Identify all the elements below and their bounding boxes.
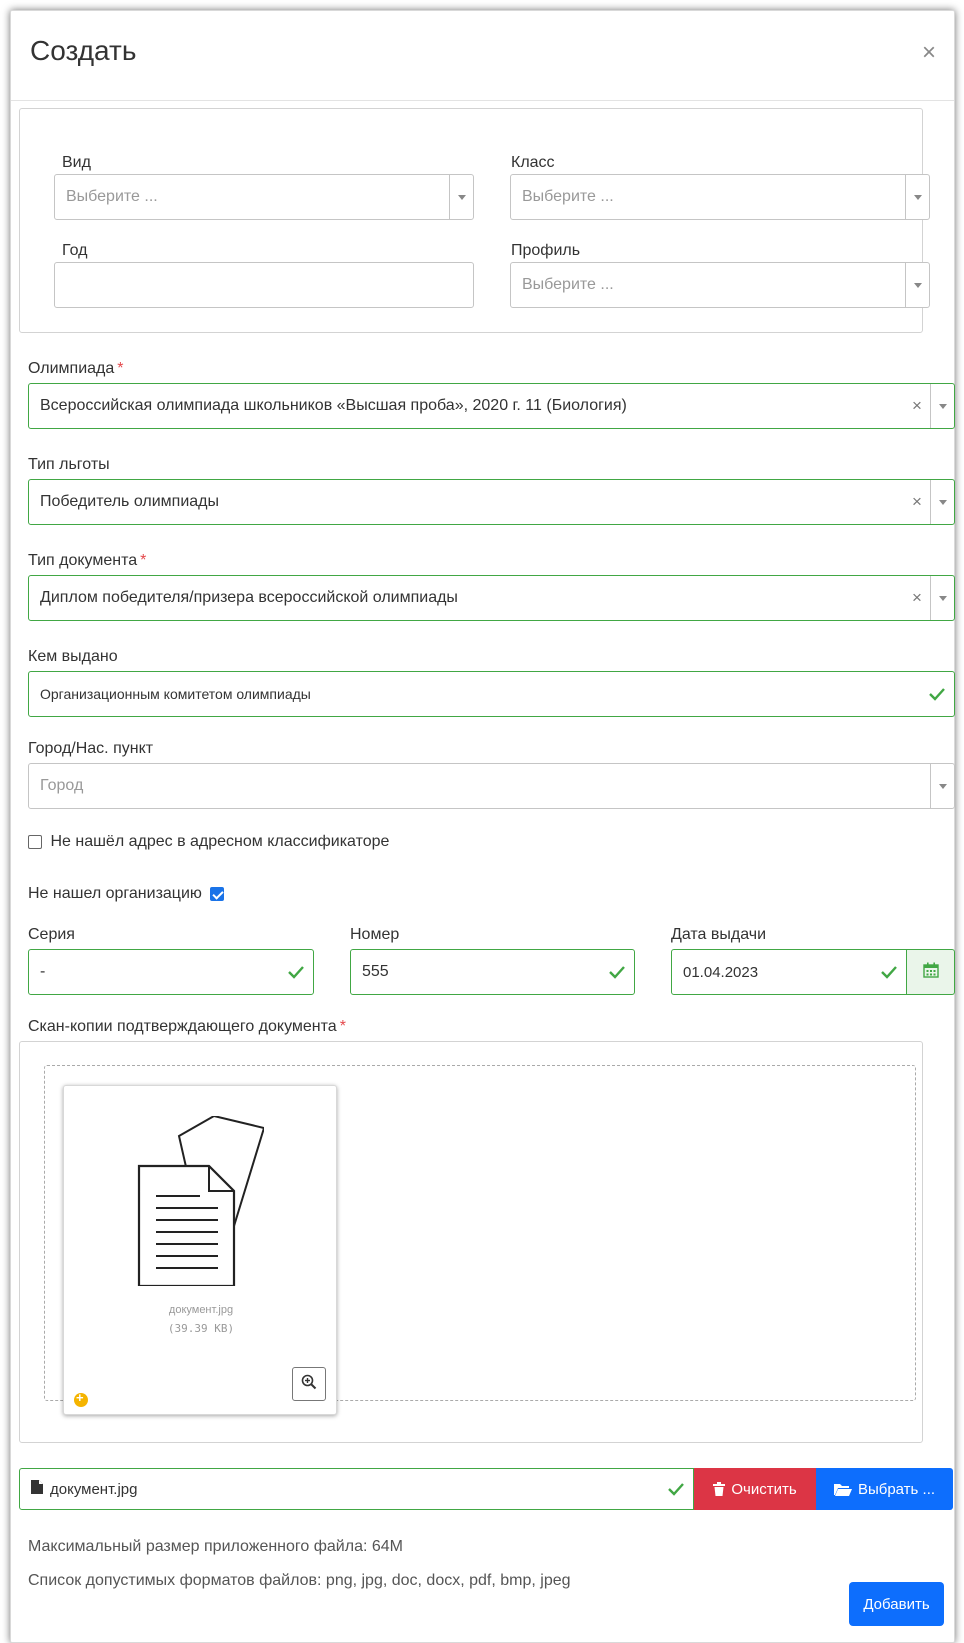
org-not-found-label: Не нашел организацию bbox=[28, 885, 202, 902]
calendar-button[interactable] bbox=[907, 949, 955, 995]
upload-status-icon bbox=[74, 1390, 88, 1407]
klass-select[interactable]: Выберите ... bbox=[510, 174, 930, 220]
vid-label: Вид bbox=[62, 154, 91, 171]
olympiad-select-value: Всероссийская олимпиада школьников «Высш… bbox=[40, 397, 627, 414]
address-not-found-label: Не нашёл адрес в адресном классификаторе bbox=[50, 833, 390, 850]
klass-select-value: Выберите ... bbox=[522, 188, 614, 205]
vid-select-value: Выберите ... bbox=[66, 188, 158, 205]
document-type-label: Тип документа * bbox=[28, 552, 147, 569]
add-button[interactable]: Добавить bbox=[849, 1582, 944, 1626]
file-name-field[interactable]: документ.jpg bbox=[19, 1468, 694, 1510]
clear-icon[interactable]: × bbox=[904, 396, 930, 416]
scans-label: Скан-копии подтверждающего документа * bbox=[28, 1018, 346, 1035]
profil-select-value: Выберите ... bbox=[522, 276, 614, 293]
org-not-found-row[interactable]: Не нашел организацию bbox=[28, 885, 225, 903]
chevron-down-icon[interactable] bbox=[930, 576, 954, 620]
olympiad-select[interactable]: Всероссийская олимпиада школьников «Высш… bbox=[28, 383, 955, 429]
folder-open-icon bbox=[833, 1482, 852, 1496]
benefit-type-label: Тип льготы bbox=[28, 456, 110, 473]
issued-by-input[interactable]: Организационным комитетом олимпиады bbox=[28, 671, 955, 717]
chevron-down-icon[interactable] bbox=[905, 263, 929, 307]
vid-select[interactable]: Выберите ... bbox=[54, 174, 474, 220]
number-input[interactable]: 555 bbox=[350, 949, 635, 995]
clear-file-label: Очистить bbox=[731, 1480, 797, 1498]
check-icon bbox=[872, 965, 906, 979]
chevron-down-icon[interactable] bbox=[930, 764, 954, 808]
klass-label: Класс bbox=[511, 154, 555, 171]
chevron-down-icon[interactable] bbox=[449, 175, 473, 219]
address-not-found-row[interactable]: Не нашёл адрес в адресном классификаторе bbox=[28, 833, 389, 851]
city-select[interactable]: Город bbox=[28, 763, 955, 809]
file-name-value: документ.jpg bbox=[50, 1480, 138, 1498]
check-icon bbox=[279, 965, 313, 979]
document-icon bbox=[134, 1114, 266, 1291]
check-icon bbox=[600, 965, 634, 979]
document-type-select[interactable]: Диплом победителя/призера всероссийской … bbox=[28, 575, 955, 621]
god-input[interactable] bbox=[54, 262, 474, 308]
formats-info: Список допустимых форматов файлов: png, … bbox=[28, 1572, 571, 1589]
chevron-down-icon[interactable] bbox=[930, 480, 954, 524]
trash-icon bbox=[713, 1482, 726, 1496]
city-select-value: Город bbox=[40, 777, 84, 794]
series-label: Серия bbox=[28, 926, 75, 943]
issue-date-label: Дата выдачи bbox=[671, 926, 767, 943]
benefit-type-select[interactable]: Победитель олимпиады × bbox=[28, 479, 955, 525]
number-label: Номер bbox=[350, 926, 400, 943]
file-preview-card: документ.jpg (39.39 KB) bbox=[63, 1085, 337, 1415]
issued-by-input-value: Организационным комитетом олимпиады bbox=[40, 686, 311, 702]
calendar-icon bbox=[922, 962, 939, 983]
browse-file-button[interactable]: Выбрать ... bbox=[816, 1468, 953, 1510]
zoom-in-icon bbox=[301, 1374, 317, 1395]
issue-date-input-value: 01.04.2023 bbox=[683, 963, 759, 981]
org-not-found-checkbox[interactable] bbox=[210, 886, 225, 901]
zoom-button[interactable] bbox=[292, 1367, 326, 1401]
check-icon bbox=[659, 1482, 693, 1496]
olympiad-label: Олимпиада * bbox=[28, 360, 124, 377]
chevron-down-icon[interactable] bbox=[930, 384, 954, 428]
god-label: Год bbox=[62, 242, 88, 259]
issue-date-input[interactable]: 01.04.2023 bbox=[671, 949, 907, 995]
series-input[interactable]: - bbox=[28, 949, 314, 995]
profil-select[interactable]: Выберите ... bbox=[510, 262, 930, 308]
city-label: Город/Нас. пункт bbox=[28, 740, 154, 757]
file-preview-name: документ.jpg bbox=[168, 1304, 234, 1316]
series-input-value: - bbox=[40, 963, 46, 980]
clear-file-button[interactable]: Очистить bbox=[694, 1468, 816, 1510]
modal-title: Создать bbox=[30, 35, 137, 66]
issued-by-label: Кем выдано bbox=[28, 648, 118, 665]
file-preview-size: (39.39 KB) bbox=[167, 1322, 235, 1335]
browse-file-label: Выбрать ... bbox=[857, 1480, 936, 1498]
profil-label: Профиль bbox=[511, 242, 581, 259]
modal-header: Создать × bbox=[11, 11, 954, 101]
number-input-value: 555 bbox=[362, 963, 389, 980]
chevron-down-icon[interactable] bbox=[905, 175, 929, 219]
clear-icon[interactable]: × bbox=[904, 588, 930, 608]
file-icon bbox=[30, 1479, 44, 1499]
clear-icon[interactable]: × bbox=[904, 492, 930, 512]
document-type-select-value: Диплом победителя/призера всероссийской … bbox=[40, 589, 458, 606]
benefit-type-select-value: Победитель олимпиады bbox=[40, 493, 219, 510]
close-icon[interactable]: × bbox=[922, 41, 936, 65]
address-not-found-checkbox[interactable] bbox=[28, 834, 42, 849]
check-icon bbox=[920, 687, 954, 701]
max-size-info: Максимальный размер приложенного файла: … bbox=[28, 1538, 403, 1555]
